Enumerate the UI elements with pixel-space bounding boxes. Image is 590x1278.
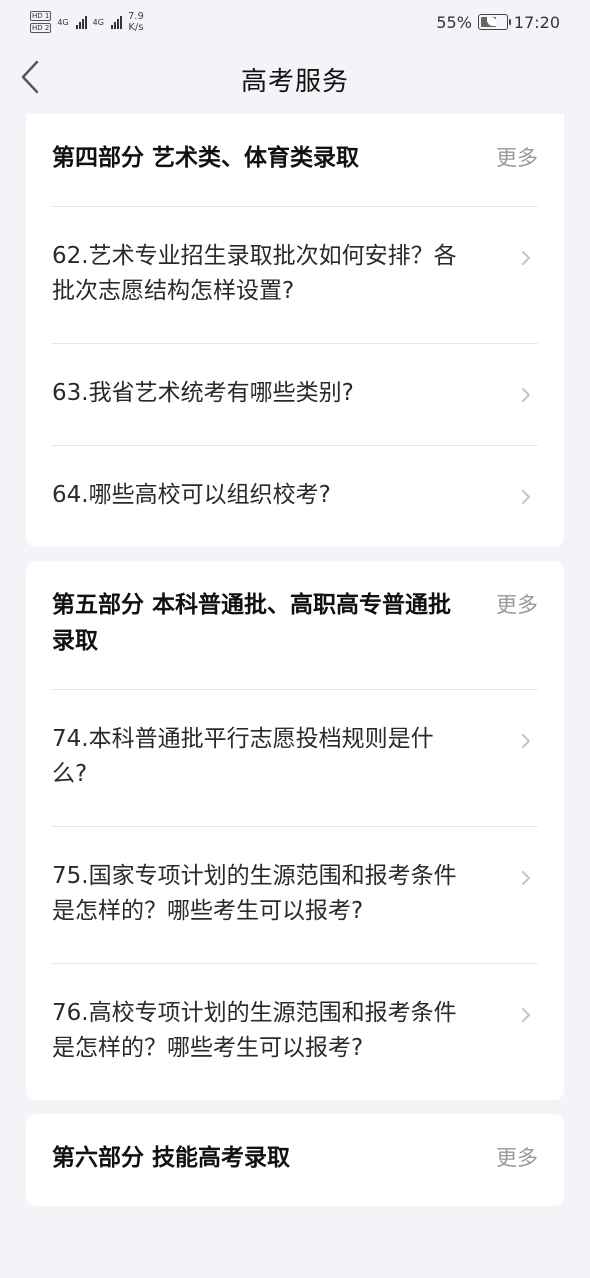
- battery-icon: [477, 14, 511, 30]
- section-card: 第六部分 技能高考录取 更多: [26, 1114, 564, 1206]
- section-title: 第五部分 本科普通批、高职高专普通批录取: [52, 592, 452, 654]
- speed-unit: K/s: [128, 22, 144, 33]
- more-link[interactable]: 更多: [496, 587, 538, 623]
- section-card: 第四部分 艺术类、体育类录取 更多 62.艺术专业招生录取批次如何安排？各批次志…: [26, 114, 564, 547]
- signal-icon-2: [110, 15, 122, 29]
- chevron-right-icon: [522, 1008, 530, 1022]
- question-item[interactable]: 75.国家专项计划的生源范围和报考条件是怎样的？哪些考生可以报考?: [52, 827, 538, 964]
- chevron-right-icon: [522, 490, 530, 504]
- chevron-right-icon: [522, 388, 530, 402]
- signal-icon-1: [75, 15, 87, 29]
- question-text: 75.国家专项计划的生源范围和报考条件是怎样的？哪些考生可以报考?: [52, 863, 457, 924]
- status-bar-right: 55% 17:20: [436, 13, 560, 32]
- section-title: 第六部分 技能高考录取: [52, 1145, 291, 1171]
- question-text: 76.高校专项计划的生源范围和报考条件是怎样的？哪些考生可以报考?: [52, 1000, 457, 1061]
- chevron-right-icon: [522, 734, 530, 748]
- section-header: 第四部分 艺术类、体育类录取 更多: [52, 114, 538, 207]
- network-type-2: 4G: [92, 17, 104, 27]
- chevron-right-icon: [522, 871, 530, 885]
- section-card: 第五部分 本科普通批、高职高专普通批录取 更多 74.本科普通批平行志愿投档规则…: [26, 561, 564, 1100]
- section-header: 第六部分 技能高考录取 更多: [52, 1114, 538, 1206]
- question-text: 63.我省艺术统考有哪些类别?: [52, 380, 354, 406]
- question-text: 62.艺术专业招生录取批次如何安排？各批次志愿结构怎样设置?: [52, 243, 457, 304]
- status-bar-left: HD 1 HD 2 4G 4G 7.9 K/s: [30, 11, 144, 33]
- sim2-label: HD 2: [30, 23, 52, 33]
- chevron-right-icon: [522, 251, 530, 265]
- sim1-label: HD 1: [30, 11, 52, 21]
- network-speed: 7.9 K/s: [128, 11, 144, 33]
- network-type-1: 4G: [57, 17, 69, 27]
- sim-indicator: HD 1 HD 2: [30, 11, 52, 33]
- leaf-icon: [486, 17, 497, 26]
- speed-value: 7.9: [127, 11, 144, 22]
- question-item[interactable]: 74.本科普通批平行志愿投档规则是什么?: [52, 690, 538, 827]
- question-item[interactable]: 62.艺术专业招生录取批次如何安排？各批次志愿结构怎样设置?: [52, 207, 538, 344]
- back-arrow-icon: [21, 60, 39, 94]
- more-link[interactable]: 更多: [496, 1140, 538, 1176]
- page-title: 高考服务: [240, 66, 349, 97]
- question-text: 74.本科普通批平行志愿投档规则是什么?: [52, 726, 434, 787]
- back-button[interactable]: [12, 59, 48, 95]
- content-list: 第四部分 艺术类、体育类录取 更多 62.艺术专业招生录取批次如何安排？各批次志…: [26, 114, 564, 1220]
- question-text: 64.哪些高校可以组织校考?: [52, 482, 331, 508]
- nav-header: 高考服务: [0, 44, 590, 114]
- status-bar: HD 1 HD 2 4G 4G 7.9 K/s 55% 17:20: [0, 0, 590, 44]
- question-item[interactable]: 76.高校专项计划的生源范围和报考条件是怎样的？哪些考生可以报考?: [52, 964, 538, 1100]
- more-link[interactable]: 更多: [496, 140, 538, 176]
- clock: 17:20: [513, 12, 560, 32]
- section-header: 第五部分 本科普通批、高职高专普通批录取 更多: [52, 561, 538, 690]
- question-item[interactable]: 64.哪些高校可以组织校考?: [52, 446, 538, 547]
- battery-percent: 55%: [436, 12, 472, 32]
- section-title: 第四部分 艺术类、体育类录取: [52, 145, 360, 171]
- question-item[interactable]: 63.我省艺术统考有哪些类别?: [52, 344, 538, 446]
